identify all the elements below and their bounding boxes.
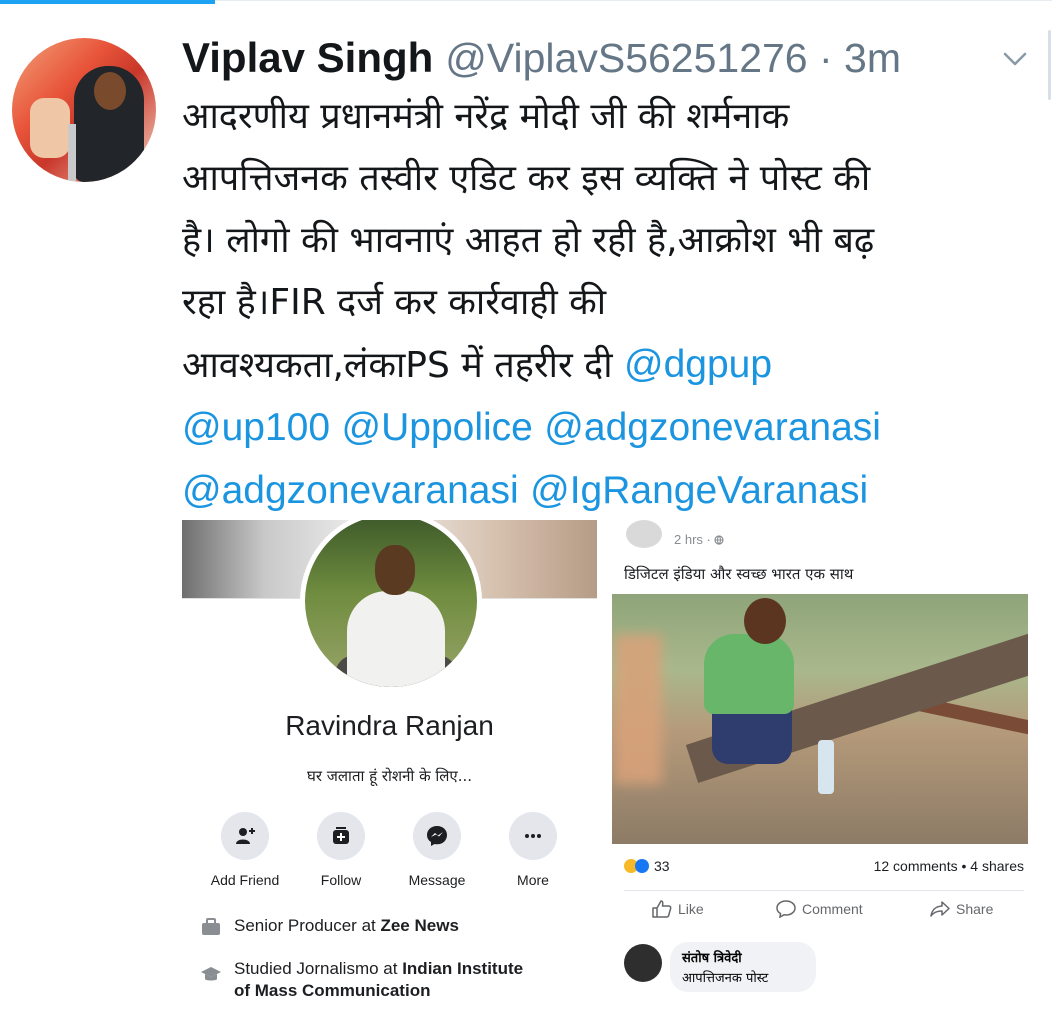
tweet-line: आदरणीय प्रधानमंत्री नरेंद्र मोदी जी की श…	[182, 96, 790, 137]
more-label: More	[517, 872, 549, 888]
tweet-line: @adgzonevaranasi @IgRangeVaranasi	[182, 460, 1042, 523]
reactions[interactable]: 33	[624, 858, 670, 874]
post-action-bar: Like Comment Share	[624, 900, 1024, 926]
share-button[interactable]: Share	[930, 900, 993, 918]
tweet-line-text: आवश्यकता,लंकाPS में तहरीर दी	[182, 345, 625, 386]
messenger-icon	[427, 826, 447, 846]
profile-picture-shirt	[347, 591, 445, 687]
profile-bio: घर जलाता हूं रोशनी के लिए...	[306, 767, 473, 785]
share-label: Share	[956, 901, 994, 917]
more-button[interactable]: More	[488, 812, 578, 888]
profile-picture	[300, 520, 482, 692]
add-friend-label: Add Friend	[210, 872, 280, 888]
tweet-text: आदरणीय प्रधानमंत्री नरेंद्र मोदी जी की श…	[182, 86, 1042, 523]
edu-prefix: Studied Jornalismo at	[234, 959, 403, 978]
avatar-head	[94, 72, 126, 110]
work-org[interactable]: Zee News	[380, 916, 458, 935]
share-icon	[930, 901, 950, 917]
tweet-line: @up100 @Uppolice @adgzonevaranasi	[182, 397, 1042, 460]
comment-label: Comment	[802, 901, 863, 917]
post-time: 2 hrs ·	[674, 532, 715, 547]
like-button[interactable]: Like	[652, 900, 704, 918]
edu-org-line2[interactable]: of Mass Communication	[234, 981, 430, 1000]
profile-picture-head	[375, 545, 415, 595]
poster-avatar	[626, 520, 662, 548]
mention-link[interactable]: @up100	[182, 406, 330, 449]
tweet-header: Viplav Singh @ViplavS56251276 · 3m	[182, 34, 901, 84]
top-divider	[215, 0, 1052, 1]
thumbs-up-icon	[652, 900, 672, 918]
post-stats: 33 12 comments • 4 shares	[624, 858, 1024, 876]
author-name[interactable]: Viplav Singh	[182, 34, 433, 82]
message-label: Message	[408, 872, 466, 888]
post-text: डिजिटल इंडिया और स्वच्छ भारत एक साथ	[624, 565, 854, 583]
top-accent-bar	[0, 0, 215, 4]
more-icon	[525, 834, 541, 838]
work-info: Senior Producer at Zee News	[200, 916, 459, 938]
commenter-name[interactable]: संतोष त्रिवेदी	[682, 948, 804, 966]
mention-link[interactable]: @dgpup	[624, 343, 772, 386]
tweet-line: आवश्यकता,लंकाPS में तहरीर दी @dgpup	[182, 334, 1042, 397]
tweet-line: आपत्तिजनक तस्वीर एडिट कर इस व्यक्ति ने प…	[182, 158, 871, 199]
reaction-count: 33	[654, 858, 670, 874]
photo-boy-shirt	[704, 634, 794, 714]
chevron-down-icon[interactable]	[1000, 44, 1030, 74]
globe-icon	[714, 535, 725, 545]
photo-boy-head	[744, 598, 786, 644]
profile-screenshot[interactable]: Ravindra Ranjan घर जलाता हूं रोशनी के लि…	[182, 520, 597, 1000]
photo-water-bottle	[818, 740, 834, 794]
post-meta: 2 hrs ·	[674, 532, 725, 547]
like-label: Like	[678, 901, 704, 917]
education-info: Studied Jornalismo at Indian Institute of…	[200, 958, 523, 1000]
mention-link[interactable]: @Uppolice	[342, 406, 533, 449]
add-friend-icon	[236, 828, 255, 844]
comment-icon	[776, 900, 796, 918]
mention-link[interactable]: @adgzonevaranasi	[544, 406, 881, 449]
post-divider	[624, 890, 1024, 891]
message-button[interactable]: Message	[392, 812, 482, 888]
comment-button[interactable]: Comment	[776, 900, 863, 918]
tweet-line: है। लोगो की भावनाएं आहत हो रही है,आक्रोश…	[182, 220, 875, 261]
post-screenshot[interactable]: 2 hrs · डिजिटल इंडिया और स्वच्छ भारत एक …	[610, 520, 1030, 1000]
like-reaction-icon	[635, 859, 649, 873]
comment-text: आपत्तिजनक पोस्ट	[682, 971, 769, 986]
add-friend-button[interactable]: Add Friend	[200, 812, 290, 888]
follow-button[interactable]: Follow	[296, 812, 386, 888]
work-prefix: Senior Producer at	[234, 916, 381, 935]
avatar-mic	[68, 124, 76, 182]
tweet-line: रहा है।FIR दर्ज कर कार्रवाही की	[182, 282, 607, 323]
author-avatar[interactable]	[12, 38, 156, 182]
scrollbar[interactable]	[1048, 30, 1051, 100]
comments-shares[interactable]: 12 comments • 4 shares	[874, 858, 1024, 874]
follow-label: Follow	[320, 872, 362, 888]
author-handle-time[interactable]: @ViplavS56251276 · 3m	[445, 35, 901, 82]
mention-link[interactable]: @adgzonevaranasi	[182, 469, 519, 512]
edu-org-line1[interactable]: Indian Institute	[402, 959, 523, 978]
photo-blurred-figure	[614, 634, 662, 784]
post-photo[interactable]	[612, 594, 1028, 844]
mention-link[interactable]: @IgRangeVaranasi	[530, 469, 868, 512]
follow-icon	[333, 827, 349, 844]
briefcase-icon	[202, 918, 220, 935]
comment-bubble: संतोष त्रिवेदी आपत्तिजनक पोस्ट	[670, 942, 816, 992]
profile-name: Ravindra Ranjan	[285, 710, 494, 741]
commenter-avatar[interactable]	[624, 944, 662, 982]
profile-actions: Add Friend Follow Message More	[182, 812, 597, 892]
graduation-cap-icon	[201, 967, 221, 981]
avatar-bg-figure	[30, 98, 70, 158]
